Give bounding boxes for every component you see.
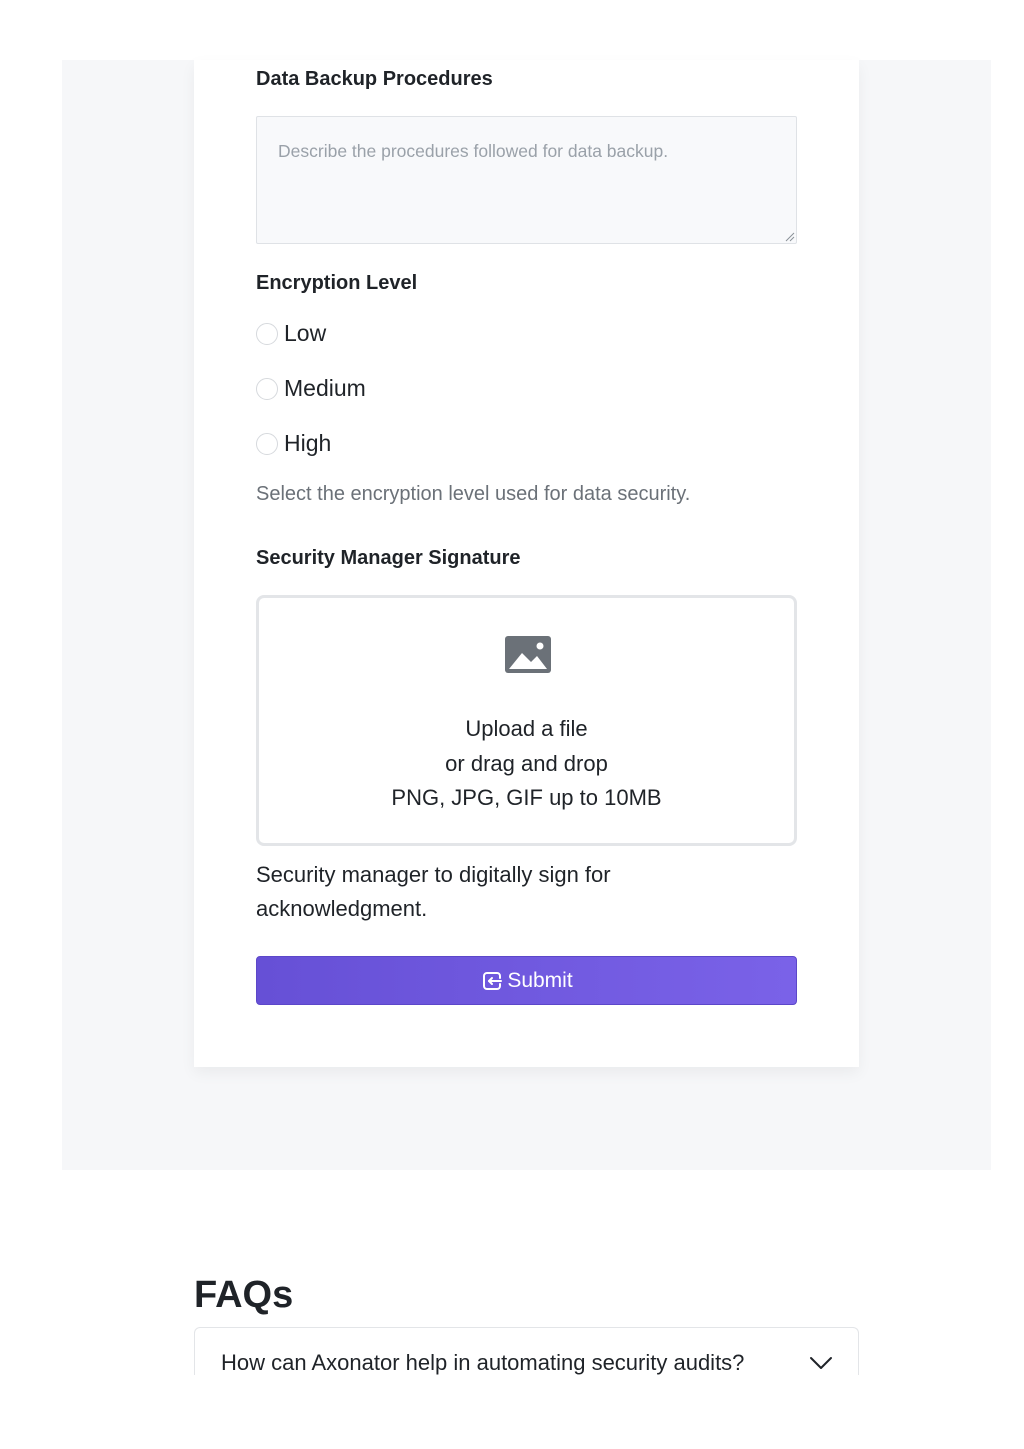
faq-question: How can Axonator help in automating secu…	[221, 1350, 745, 1375]
drag-drop-text: or drag and drop	[445, 751, 608, 776]
radio-option-medium[interactable]: Medium	[256, 375, 366, 402]
signature-upload-dropzone[interactable]: Upload a file or drag and drop PNG, JPG,…	[256, 595, 797, 846]
backup-procedures-placeholder: Describe the procedures followed for dat…	[278, 141, 669, 161]
faq-heading: FAQs	[194, 1274, 294, 1316]
file-type-hint: PNG, JPG, GIF up to 10MB	[391, 785, 662, 810]
backup-procedures-label: Data Backup Procedures	[256, 68, 493, 90]
radio-option-low[interactable]: Low	[256, 320, 326, 347]
backup-procedures-textarea[interactable]: Describe the procedures followed for dat…	[256, 116, 797, 244]
radio-label-low: Low	[284, 320, 327, 346]
resize-handle-icon[interactable]	[785, 232, 795, 242]
radio-option-high[interactable]: High	[256, 430, 331, 457]
radio-label-high: High	[284, 430, 332, 456]
faq-item[interactable]: How can Axonator help in automating secu…	[194, 1327, 859, 1375]
encryption-level-label: Encryption Level	[256, 272, 418, 294]
radio-button[interactable]	[256, 377, 278, 400]
radio-label-medium: Medium	[284, 375, 366, 401]
signature-description: Security manager to digitally sign for a…	[256, 862, 611, 921]
upload-file-link[interactable]: Upload a file	[259, 716, 794, 742]
submit-button[interactable]: Submit	[256, 956, 797, 1005]
sign-in-icon	[483, 971, 503, 990]
radio-button[interactable]	[256, 432, 278, 455]
submit-button-label: Submit	[507, 968, 573, 992]
encryption-help-text: Select the encryption level used for dat…	[256, 483, 691, 505]
chevron-down-icon[interactable]	[809, 1356, 833, 1370]
radio-button[interactable]	[256, 322, 278, 345]
image-icon	[505, 636, 551, 673]
signature-label: Security Manager Signature	[256, 547, 521, 569]
